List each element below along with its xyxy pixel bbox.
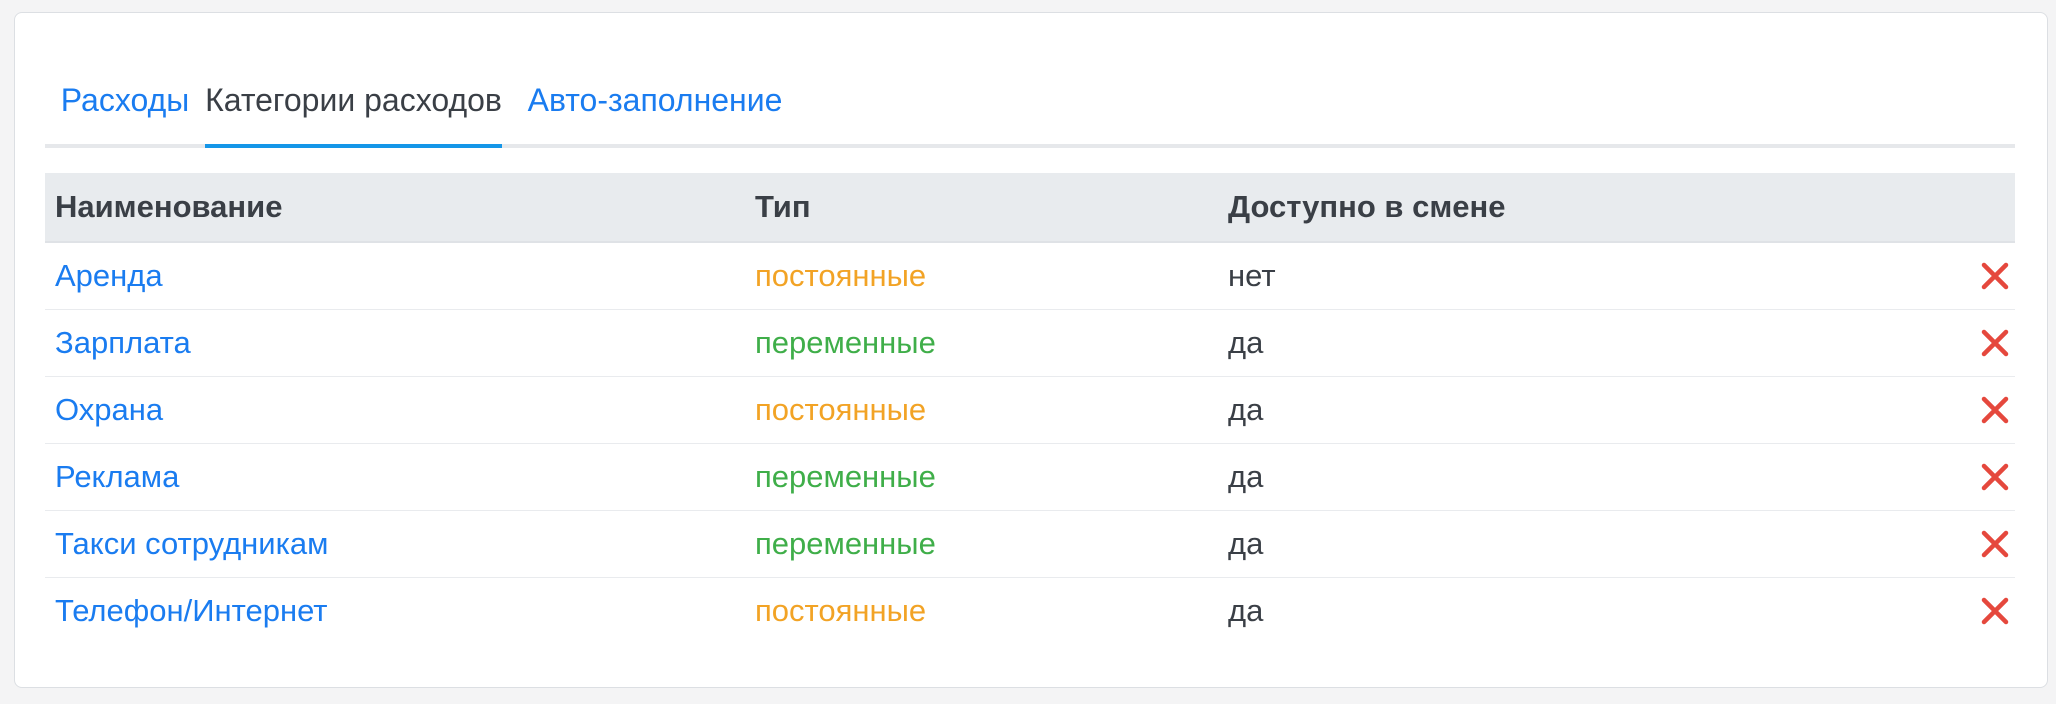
- category-available-in-shift: да: [1228, 325, 1264, 360]
- column-header-name: Наименование: [55, 189, 283, 224]
- category-name-link[interactable]: Телефон/Интернет: [55, 578, 327, 644]
- category-available-in-shift: да: [1228, 459, 1264, 494]
- close-icon[interactable]: [1981, 530, 2009, 558]
- close-icon[interactable]: [1981, 396, 2009, 424]
- table-row: Такси сотрудникам переменные да: [45, 511, 2015, 578]
- category-available-in-shift: да: [1228, 392, 1264, 427]
- category-name-link[interactable]: Реклама: [55, 444, 179, 510]
- table-row: Реклама переменные да: [45, 444, 2015, 511]
- table-row: Охрана постоянные да: [45, 377, 2015, 444]
- category-name-link[interactable]: Такси сотрудникам: [55, 511, 328, 577]
- category-name-link[interactable]: Зарплата: [55, 310, 191, 376]
- category-type: переменные: [755, 459, 936, 494]
- category-name-link[interactable]: Аренда: [55, 243, 163, 309]
- category-type: переменные: [755, 325, 936, 360]
- tab-auto-fill[interactable]: Авто-заполнение: [502, 60, 808, 148]
- category-type: постоянные: [755, 392, 927, 427]
- category-type: постоянные: [755, 258, 927, 293]
- category-name-link[interactable]: Охрана: [55, 377, 163, 443]
- tabs-nav: Расходы Категории расходов Авто-заполнен…: [45, 60, 2015, 148]
- column-header-available: Доступно в смене: [1228, 189, 1506, 224]
- category-available-in-shift: да: [1228, 593, 1264, 628]
- close-icon[interactable]: [1981, 262, 2009, 290]
- table-row: Зарплата переменные да: [45, 310, 2015, 377]
- table-row: Телефон/Интернет постоянные да: [45, 578, 2015, 644]
- tab-expenses[interactable]: Расходы: [45, 60, 205, 148]
- column-header-type: Тип: [755, 189, 811, 224]
- close-icon[interactable]: [1981, 329, 2009, 357]
- categories-table: Наименование Тип Доступно в смене Аренда…: [45, 173, 2015, 644]
- table-header: Наименование Тип Доступно в смене: [45, 173, 2015, 243]
- tab-expense-categories[interactable]: Категории расходов: [205, 60, 502, 148]
- category-available-in-shift: да: [1228, 526, 1264, 561]
- category-type: постоянные: [755, 593, 927, 628]
- table-row: Аренда постоянные нет: [45, 243, 2015, 310]
- close-icon[interactable]: [1981, 597, 2009, 625]
- category-available-in-shift: нет: [1228, 258, 1276, 293]
- category-type: переменные: [755, 526, 936, 561]
- expense-categories-card: Расходы Категории расходов Авто-заполнен…: [14, 12, 2048, 688]
- close-icon[interactable]: [1981, 463, 2009, 491]
